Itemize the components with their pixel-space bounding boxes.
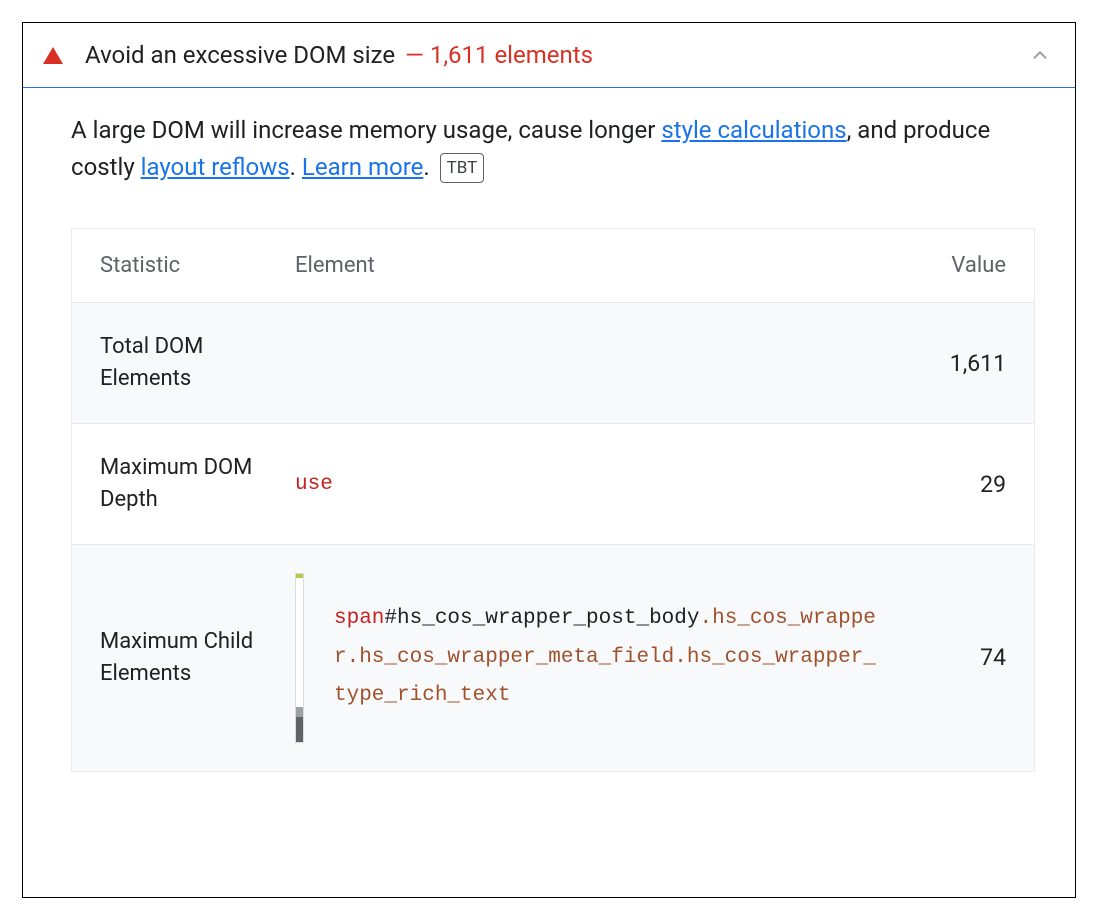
stats-table: Statistic Element Value Total DOM Elemen… xyxy=(71,228,1035,772)
link-style-calculations[interactable]: style calculations xyxy=(661,116,846,144)
link-learn-more[interactable]: Learn more xyxy=(302,153,423,181)
link-layout-reflows[interactable]: layout reflows xyxy=(141,153,290,181)
audit-body: A large DOM will increase memory usage, … xyxy=(23,88,1075,812)
table-row: Maximum Child Elements span#hs_cos_wrapp… xyxy=(72,544,1034,771)
chevron-up-icon[interactable] xyxy=(1029,44,1051,66)
audit-title: Avoid an excessive DOM size xyxy=(85,41,395,69)
audit-description: A large DOM will increase memory usage, … xyxy=(71,112,1035,186)
element-snippet-id: #hs_cos_wrapper_post_body xyxy=(384,607,699,630)
desc-text: A large DOM will increase memory usage, … xyxy=(71,116,661,144)
desc-text: . xyxy=(290,153,302,181)
table-row: Maximum DOM Depth use 29 xyxy=(72,423,1034,544)
audit-panel: Avoid an excessive DOM size — 1,611 elem… xyxy=(22,22,1076,898)
element-snippet: span#hs_cos_wrapper_post_body.hs_cos_wra… xyxy=(334,600,879,717)
stat-value: 74 xyxy=(916,644,1006,671)
col-header-statistic: Statistic xyxy=(100,253,295,278)
element-thumbnail xyxy=(295,573,304,743)
stat-element: use xyxy=(295,473,916,496)
desc-text: . xyxy=(423,153,435,181)
col-header-value: Value xyxy=(916,253,1006,278)
table-row: Total DOM Elements 1,611 xyxy=(72,302,1034,423)
table-head: Statistic Element Value xyxy=(72,229,1034,302)
stat-value: 29 xyxy=(916,471,1006,498)
stat-label: Maximum Child Elements xyxy=(100,626,295,690)
tbt-badge: TBT xyxy=(440,153,485,182)
element-snippet-tag: span xyxy=(334,607,384,630)
element-snippet-tag: use xyxy=(295,473,333,496)
col-header-element: Element xyxy=(295,253,916,278)
audit-header[interactable]: Avoid an excessive DOM size — 1,611 elem… xyxy=(23,23,1075,88)
stat-value: 1,611 xyxy=(916,350,1006,377)
stat-label: Total DOM Elements xyxy=(100,331,295,395)
audit-count: 1,611 elements xyxy=(430,41,593,69)
stat-element: span#hs_cos_wrapper_post_body.hs_cos_wra… xyxy=(295,573,916,743)
warning-triangle-icon xyxy=(43,47,63,64)
stat-label: Maximum DOM Depth xyxy=(100,452,295,516)
audit-title-dash: — xyxy=(405,41,424,69)
